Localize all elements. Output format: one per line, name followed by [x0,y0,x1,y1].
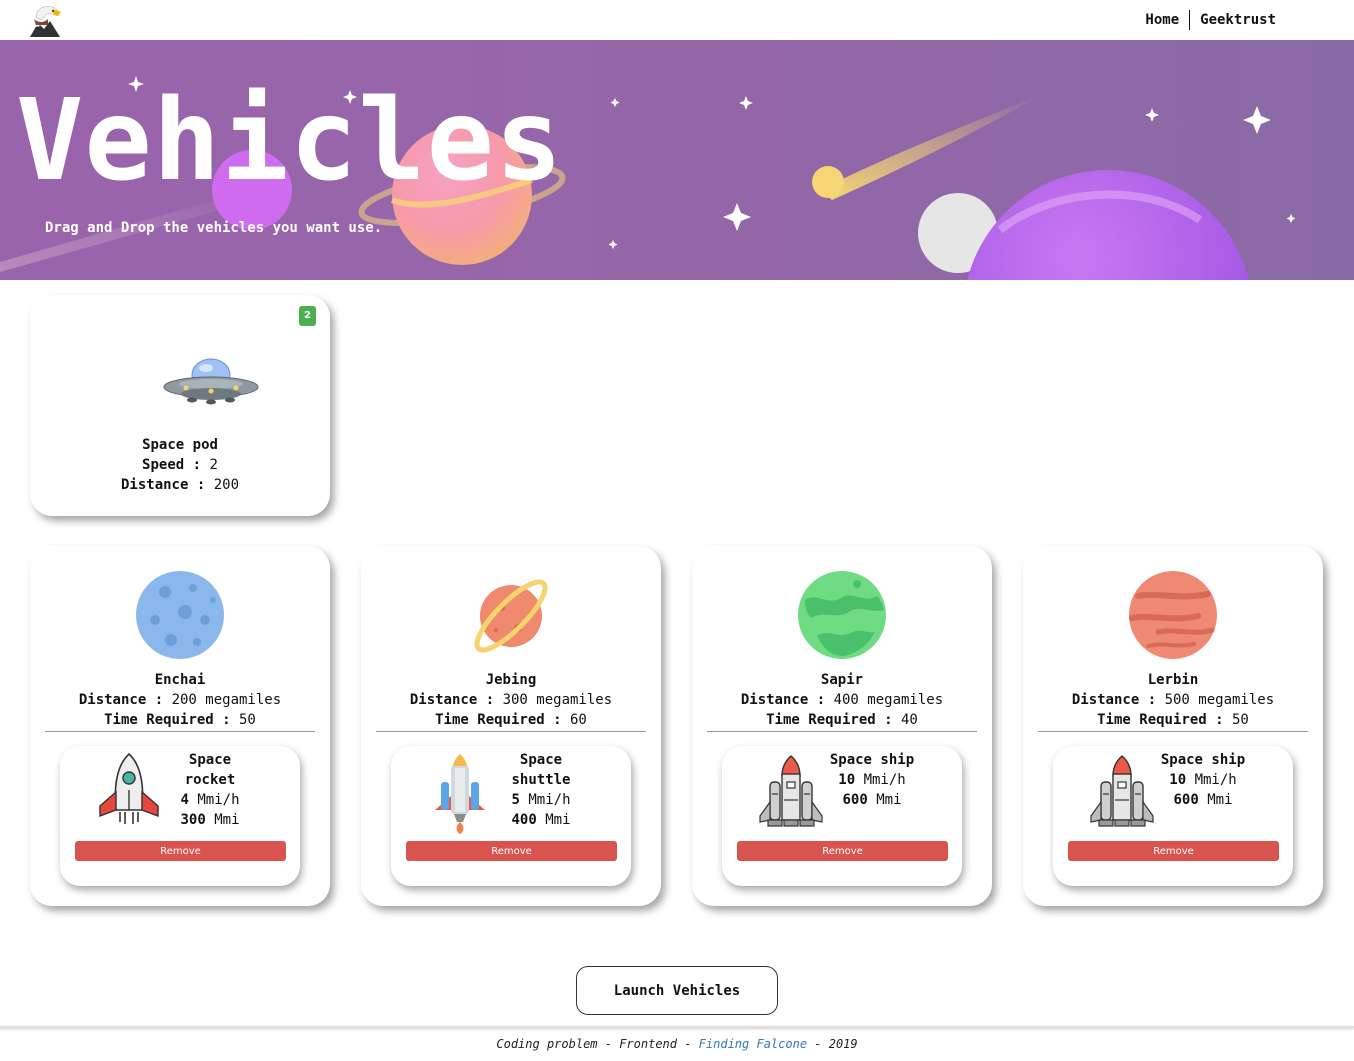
assigned-vehicle-distance: 300 Mmi [180,812,240,828]
green-planet-icon [798,571,886,659]
planet-name: Enchai [154,672,206,688]
assigned-vehicle-distance: 400 Mmi [511,812,571,828]
page-title: Vehicles [16,76,564,206]
planet-distance: Distance : 500 megamiles [1071,692,1275,708]
assigned-vehicle-name: Space ship [829,752,915,768]
remove-vehicle-button[interactable]: Remove [75,841,286,861]
vehicle-card-space-pod[interactable]: 2 Space pod Speed : 2 Distance : 200 [30,295,330,516]
assigned-vehicle-distance: 600 Mmi [1173,792,1233,808]
assigned-vehicle-speed: 5 Mmi/h [511,792,571,808]
planet-name: Lerbin [1147,672,1199,688]
space-ship-icon [1090,755,1154,827]
ufo-space-pod-icon [163,358,259,405]
footer-divider [0,1026,1354,1028]
top-navbar: Home Geektrust [0,0,1354,40]
nav-home-link[interactable]: Home [1145,12,1179,28]
assigned-vehicle-slot[interactable]: Space ship 10 Mmi/h 600 Mmi Remove [722,746,962,886]
planet-distance: Distance : 300 megamiles [409,692,613,708]
page-subtitle: Drag and Drop the vehicles you want use. [45,220,383,236]
planet-time-required: Time Required : 50 [104,712,256,728]
planet-name: Sapir [820,672,864,688]
assigned-vehicle-name: Space ship [1160,752,1246,768]
planet-card-sapir[interactable]: Sapir Distance : 400 megamiles Time Requ… [692,546,992,906]
planet-details: Lerbin Distance : 500 megamiles Time Req… [1023,670,1323,730]
planet-distance: Distance : 400 megamiles [740,692,944,708]
assigned-vehicle-slot[interactable]: Space ship 10 Mmi/h 600 Mmi Remove [1053,746,1293,886]
vehicle-count-badge: 2 [299,306,316,326]
footer-text: Coding problem - Frontend - [496,1037,699,1051]
assigned-vehicle-details: Space ship 10 Mmi/h 600 Mmi [822,750,922,810]
space-shuttle-icon [435,754,485,834]
divider [376,731,646,732]
planet-details: Enchai Distance : 200 megamiles Time Req… [30,670,330,730]
blue-planet-icon [136,571,224,659]
divider [1038,731,1308,732]
planet-card-lerbin[interactable]: Lerbin Distance : 500 megamiles Time Req… [1023,546,1323,906]
remove-vehicle-button[interactable]: Remove [737,841,948,861]
planet-time-required: Time Required : 50 [1097,712,1249,728]
assigned-vehicle-details: Space ship 10 Mmi/h 600 Mmi [1153,750,1253,810]
remove-vehicle-button[interactable]: Remove [406,841,617,861]
vehicle-distance: Distance : 200 [120,477,240,493]
launch-vehicles-button[interactable]: Launch Vehicles [576,966,778,1015]
planet-name: Jebing [485,672,537,688]
assigned-vehicle-distance: 600 Mmi [842,792,902,808]
assigned-vehicle-slot[interactable]: Space rocket 4 Mmi/h 300 Mmi Remove [60,746,300,886]
divider [707,731,977,732]
footer: Coding problem - Frontend - Finding Falc… [0,1037,1354,1051]
assigned-vehicle-speed: 10 Mmi/h [1169,772,1237,788]
vehicle-name: Space pod [142,437,218,453]
vehicle-speed: Speed : 2 [142,457,218,473]
space-rocket-icon [99,752,159,824]
vehicle-details: Space pod Speed : 2 Distance : 200 [30,435,330,495]
assigned-vehicle-name: Space shuttle [511,752,571,788]
assigned-vehicle-details: Space rocket 4 Mmi/h 300 Mmi [170,750,250,830]
eagle-logo-icon[interactable] [28,3,62,37]
divider [45,731,315,732]
ringed-planet-icon [474,579,548,653]
planet-details: Jebing Distance : 300 megamiles Time Req… [361,670,661,730]
nav-separator [1189,10,1191,30]
planet-card-enchai[interactable]: Enchai Distance : 200 megamiles Time Req… [30,546,330,906]
planet-time-required: Time Required : 40 [766,712,918,728]
assigned-vehicle-speed: 4 Mmi/h [180,792,240,808]
red-planet-icon [1129,571,1217,659]
nav-geektrust-link[interactable]: Geektrust [1200,12,1276,28]
assigned-vehicle-details: Space shuttle 5 Mmi/h 400 Mmi [501,750,581,830]
finding-falcone-link[interactable]: Finding Falcone [699,1037,807,1051]
footer-year: - 2019 [807,1037,858,1051]
assigned-vehicle-slot[interactable]: Space shuttle 5 Mmi/h 400 Mmi Remove [391,746,631,886]
hero-banner: Vehicles Drag and Drop the vehicles you … [0,40,1354,280]
planet-distance: Distance : 200 megamiles [78,692,282,708]
planet-details: Sapir Distance : 400 megamiles Time Requ… [692,670,992,730]
planet-card-jebing[interactable]: Jebing Distance : 300 megamiles Time Req… [361,546,661,906]
planet-time-required: Time Required : 60 [435,712,587,728]
space-ship-icon [759,755,823,827]
remove-vehicle-button[interactable]: Remove [1068,841,1279,861]
assigned-vehicle-speed: 10 Mmi/h [838,772,906,788]
assigned-vehicle-name: Space rocket [184,752,236,788]
